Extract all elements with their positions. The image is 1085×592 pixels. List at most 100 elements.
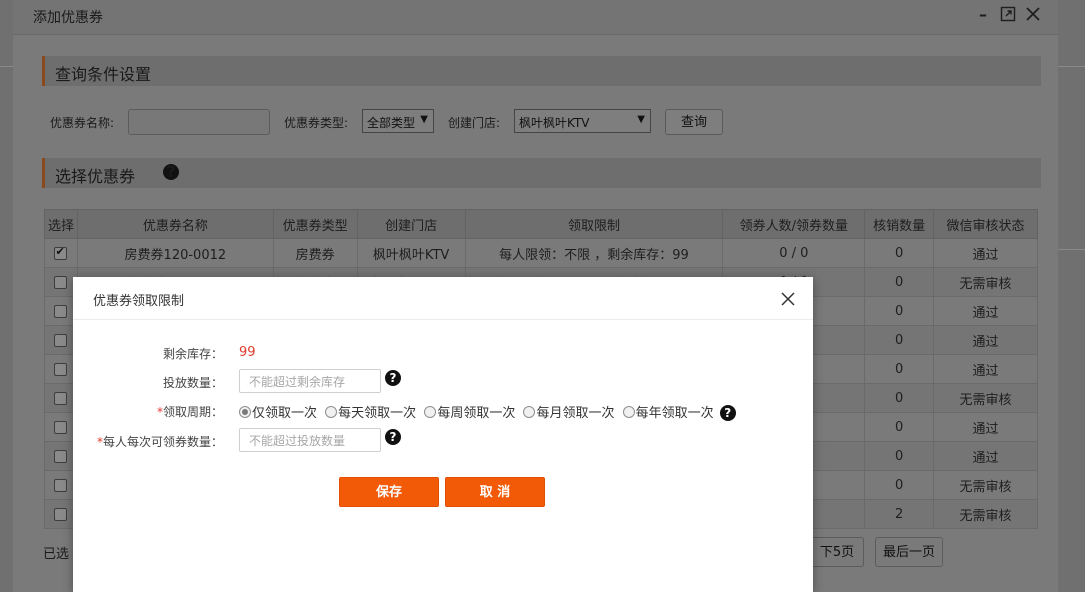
cell-status: 通过 — [933, 325, 1038, 355]
question-circle-icon[interactable]: ? — [385, 370, 401, 386]
row-checkbox[interactable] — [54, 362, 68, 376]
column-header: 优惠券类型 — [272, 209, 358, 239]
save-button[interactable]: 保存 — [339, 477, 439, 507]
cell-used: 0 — [864, 238, 935, 268]
minimize-icon[interactable]: – — [974, 6, 992, 24]
coupon-type-value: 全部类型 — [367, 116, 416, 130]
row-checkbox[interactable] — [54, 478, 68, 492]
next-5-pages-button[interactable]: 下5页 — [810, 537, 864, 567]
period-radio-group: 仅领取一次 每天领取一次 每周领取一次 每月领取一次 每年领取一次 ? — [239, 402, 736, 421]
coupon-name-input[interactable] — [128, 109, 270, 135]
cell-status: 通过 — [933, 441, 1038, 471]
cell-status: 通过 — [933, 354, 1038, 384]
coupon-name-label: 优惠券名称: — [50, 116, 115, 130]
quantity-label: 投放数量： — [162, 376, 223, 390]
cell-type: 房费券 — [272, 238, 358, 268]
row-checkbox[interactable] — [54, 420, 68, 434]
store-label: 创建门店: — [448, 116, 501, 130]
row-checkbox[interactable] — [54, 333, 68, 347]
column-header: 核销数量 — [864, 209, 935, 239]
period-option[interactable]: 每月领取一次 — [523, 402, 614, 421]
cell-used: 0 — [864, 412, 935, 442]
close-icon[interactable] — [1024, 6, 1042, 24]
period-option[interactable]: 仅领取一次 — [239, 402, 317, 421]
cell-status: 无需审核 — [933, 383, 1038, 413]
cell-store: 枫叶枫叶KTV — [356, 238, 466, 268]
cell-status: 无需审核 — [933, 499, 1038, 529]
cell-name: 房费券120-0012 — [76, 238, 274, 268]
maximize-icon[interactable] — [999, 6, 1017, 24]
table-row[interactable]: 房费券120-0012房费券枫叶枫叶KTV每人限领：不限 ，剩余库存：990 /… — [44, 238, 1038, 268]
close-icon[interactable] — [781, 287, 795, 309]
cell-received: 0 / 0 — [722, 238, 866, 268]
cell-used: 0 — [864, 383, 935, 413]
question-circle-icon[interactable]: ? — [163, 164, 179, 180]
cell-used: 0 — [864, 441, 935, 471]
cell-status: 通过 — [933, 412, 1038, 442]
stock-label: 剩余库存： — [162, 347, 223, 361]
store-select[interactable]: 枫叶枫叶KTV ▼ — [514, 109, 651, 133]
cell-status: 无需审核 — [933, 470, 1038, 500]
query-section-title: 查询条件设置 — [55, 65, 152, 84]
search-button[interactable]: 查询 — [665, 109, 723, 135]
cell-status: 通过 — [933, 238, 1038, 268]
row-checkbox[interactable] — [54, 507, 68, 521]
period-label: *领取周期： — [156, 405, 223, 419]
row-checkbox[interactable] — [54, 449, 68, 463]
quantity-input[interactable]: 不能超过剩余库存 — [239, 369, 381, 393]
select-section-title: 选择优惠券 — [55, 167, 136, 186]
row-checkbox[interactable] — [54, 245, 68, 260]
cell-used: 2 — [864, 499, 935, 529]
row-checkbox[interactable] — [54, 275, 68, 289]
quantity-help[interactable]: ? — [385, 370, 401, 386]
period-option[interactable]: 每年领取一次 — [622, 402, 714, 421]
store-value: 枫叶枫叶KTV — [519, 116, 590, 130]
cell-used: 0 — [864, 267, 935, 297]
modal-header: 优惠券领取限制 — [73, 277, 813, 320]
query-section-header: 查询条件设置 — [42, 56, 1041, 86]
coupon-limit-modal: 优惠券领取限制 剩余库存： 99 投放数量： 不能超过剩余库存 ? *领取周期：… — [73, 277, 813, 592]
question-circle-icon[interactable]: ? — [385, 429, 401, 445]
row-checkbox[interactable] — [54, 391, 68, 405]
cell-limit: 每人限领：不限 ，剩余库存：99 — [464, 238, 724, 268]
row-select-cell[interactable] — [44, 238, 78, 268]
radio-button[interactable] — [424, 406, 437, 418]
column-header: 优惠券名称 — [76, 209, 274, 239]
page-edge-right — [1058, 0, 1085, 592]
radio-button[interactable] — [325, 406, 338, 418]
column-header: 领取限制 — [464, 209, 724, 239]
select-section-header: 选择优惠券 ? — [42, 158, 1041, 188]
period-option[interactable]: 每周领取一次 — [424, 402, 515, 421]
last-page-button[interactable]: 最后一页 — [875, 537, 943, 567]
dialog-title-bar: 添加优惠券 – — [13, 0, 1058, 35]
column-header: 微信审核状态 — [933, 209, 1038, 239]
dropdown-arrow-icon: ▼ — [420, 114, 428, 125]
radio-button[interactable] — [523, 406, 536, 418]
modal-title: 优惠券领取限制 — [93, 294, 185, 309]
period-option[interactable]: 每天领取一次 — [325, 402, 416, 421]
cell-status: 通过 — [933, 296, 1038, 326]
radio-button[interactable] — [622, 406, 635, 418]
radio-button[interactable] — [239, 406, 251, 418]
column-header: 创建门店 — [356, 209, 466, 239]
dropdown-arrow-icon: ▼ — [637, 114, 645, 125]
cancel-button[interactable]: 取 消 — [445, 477, 545, 507]
per-person-input[interactable]: 不能超过投放数量 — [239, 428, 381, 452]
coupon-type-label: 优惠券类型: — [284, 116, 349, 130]
dialog-title: 添加优惠券 — [33, 10, 103, 26]
column-header: 选择 — [44, 209, 78, 239]
table-header-row: 选择 优惠券名称 优惠券类型 创建门店 领取限制 领券人数/领券数量 核销数量 … — [44, 209, 1038, 239]
page-edge-left — [0, 0, 13, 592]
cell-used: 0 — [864, 354, 935, 384]
cell-status: 无需审核 — [933, 267, 1038, 297]
coupon-type-select[interactable]: 全部类型 ▼ — [362, 109, 434, 133]
selected-count-label: 已选 — [43, 547, 70, 562]
column-header: 领券人数/领券数量 — [722, 209, 866, 239]
stock-value: 99 — [239, 345, 256, 360]
cell-used: 0 — [864, 325, 935, 355]
cell-used: 0 — [864, 296, 935, 326]
question-circle-icon[interactable]: ? — [719, 405, 736, 421]
cell-used: 0 — [864, 470, 935, 500]
row-checkbox[interactable] — [54, 304, 68, 318]
per-person-help[interactable]: ? — [385, 429, 401, 445]
